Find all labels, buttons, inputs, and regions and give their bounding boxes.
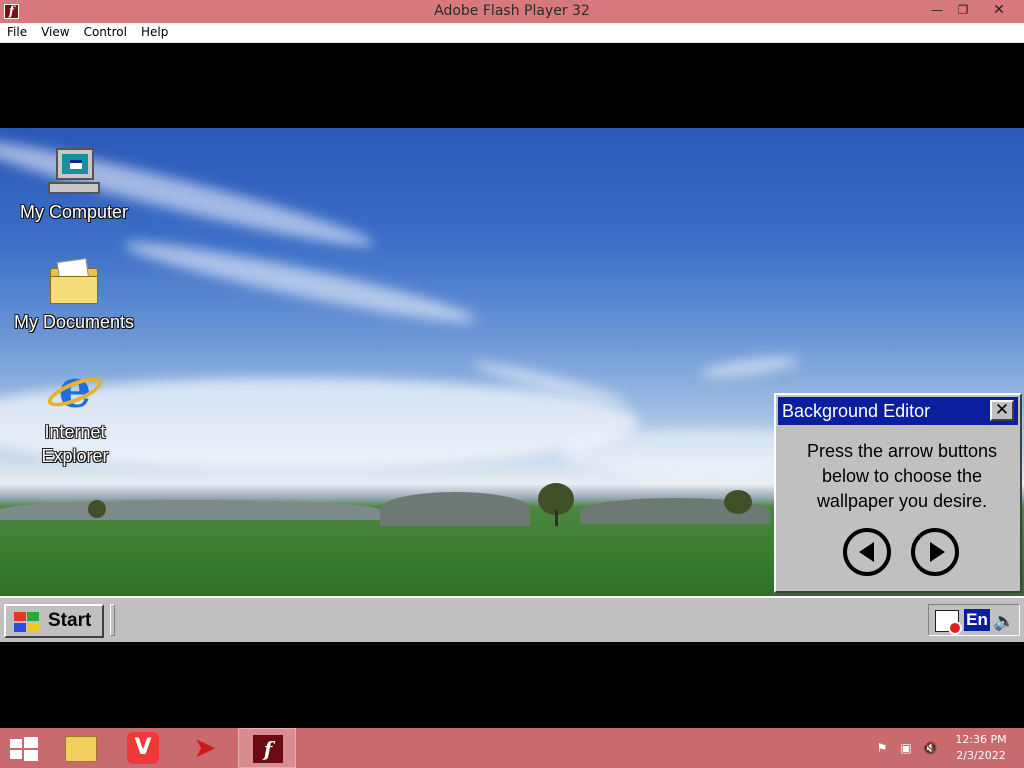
- volume-icon[interactable]: 🔈: [993, 610, 1017, 632]
- desktop-icon-label: My Computer: [19, 202, 129, 222]
- menu-control[interactable]: Control: [77, 23, 134, 42]
- speaker-muted-icon[interactable]: 🔇: [922, 740, 938, 756]
- clock-time: 12:36 PM: [955, 733, 1007, 746]
- close-button[interactable]: ✕: [982, 0, 1016, 22]
- dialog-message: Press the arrow buttons below to choose …: [806, 441, 998, 511]
- host-start-button[interactable]: [0, 728, 58, 768]
- dialog-close-button[interactable]: ✕: [990, 400, 1014, 421]
- win98-taskbar: Start En 🔈: [0, 596, 1024, 642]
- previous-wallpaper-button[interactable]: [843, 528, 891, 576]
- desktop-icon-my-documents[interactable]: My Documents: [4, 258, 144, 334]
- taskbar-file-explorer[interactable]: [52, 728, 110, 768]
- menu-file[interactable]: File: [0, 23, 34, 42]
- taskbar-vivaldi[interactable]: V: [114, 728, 172, 768]
- win98-system-tray: En 🔈: [928, 604, 1020, 636]
- background-editor-dialog: Background Editor ✕ Press the arrow butt…: [774, 393, 1022, 593]
- taskbar-grip[interactable]: [110, 604, 115, 636]
- start-label: Start: [48, 610, 92, 631]
- dialog-title: Background Editor: [782, 401, 931, 421]
- arrow-left-icon: [859, 542, 874, 562]
- desktop-icon-internet-explorer[interactable]: e Internet Explorer: [30, 364, 120, 468]
- host-clock[interactable]: 12:36 PM 2/3/2022: [944, 732, 1018, 766]
- action-center-flag-icon[interactable]: ⚑: [874, 740, 890, 756]
- taskbar-flash-player[interactable]: f: [238, 728, 296, 768]
- menu-help[interactable]: Help: [134, 23, 175, 42]
- start-button[interactable]: Start: [4, 604, 104, 638]
- host-notification-area: ⚑ ▣ 🔇: [872, 740, 942, 758]
- host-taskbar: V ➤ f ⚑ ▣ 🔇 12:36 PM 2/3/2022: [0, 728, 1024, 768]
- language-indicator[interactable]: En: [964, 609, 990, 631]
- flash-player-icon: f: [253, 735, 283, 763]
- dialog-title-bar[interactable]: Background Editor ✕: [778, 397, 1018, 425]
- folder-icon: [50, 258, 98, 308]
- desktop-icon-label: Internet Explorer: [41, 422, 109, 466]
- title-bar[interactable]: f Adobe Flash Player 32 — ❐ ✕: [0, 0, 1024, 23]
- clock-date: 2/3/2022: [956, 749, 1006, 762]
- file-explorer-icon: [65, 736, 97, 762]
- internet-explorer-icon: e: [44, 364, 106, 418]
- menu-view[interactable]: View: [34, 23, 76, 42]
- window-title: Adobe Flash Player 32: [434, 3, 590, 19]
- menu-bar: File View Control Help: [0, 23, 1024, 43]
- taskbar-arrow-app[interactable]: ➤: [176, 728, 234, 768]
- desktop-icon-label: My Documents: [13, 312, 135, 332]
- arrow-right-icon: [930, 542, 945, 562]
- maximize-button[interactable]: ❐: [946, 0, 980, 22]
- network-icon[interactable]: ▣: [898, 740, 914, 756]
- vivaldi-icon: V: [127, 732, 159, 764]
- windows-flag-icon: [12, 611, 40, 633]
- red-arrow-app-icon: ➤: [193, 731, 217, 764]
- desktop-icon-my-computer[interactable]: My Computer: [12, 148, 136, 224]
- computer-icon: [48, 148, 100, 198]
- next-wallpaper-button[interactable]: [911, 528, 959, 576]
- windows-logo-icon: [10, 737, 40, 761]
- task-scheduler-icon[interactable]: [935, 610, 962, 635]
